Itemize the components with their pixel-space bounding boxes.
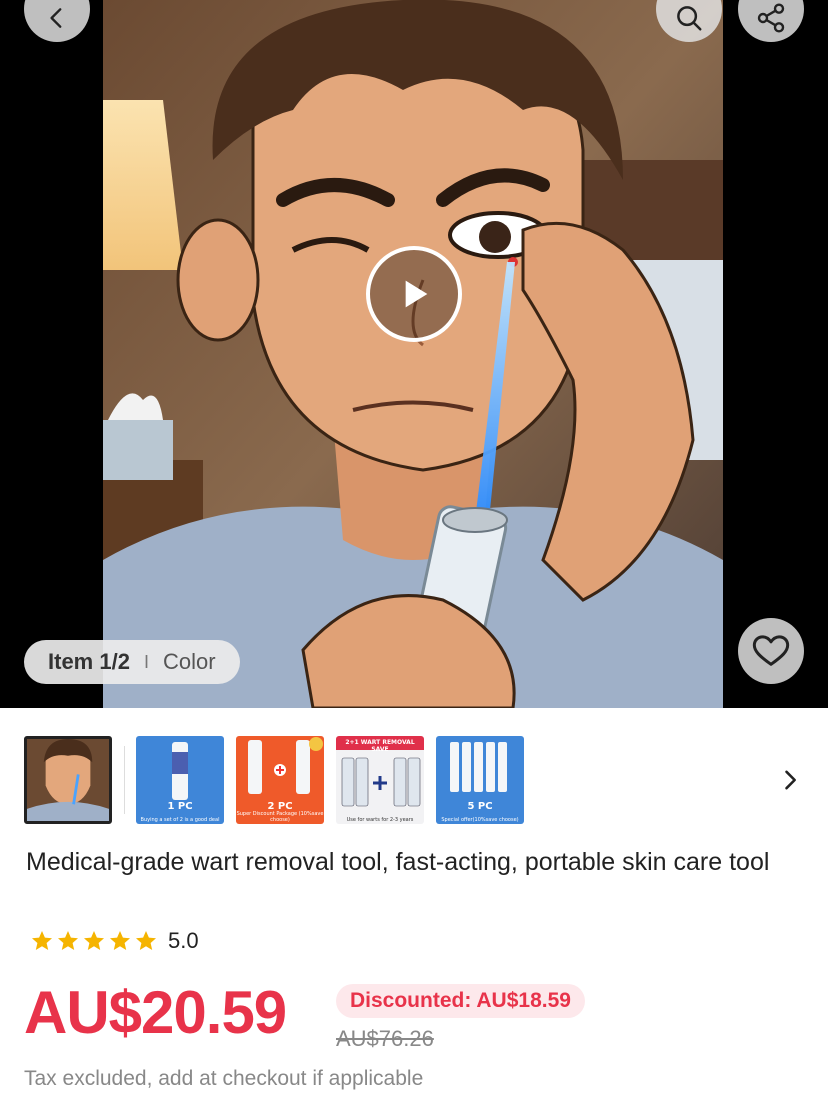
share-button[interactable] <box>738 0 804 42</box>
thumbnail-1pc-caption: 1 PC <box>167 801 193 812</box>
pill-separator: I <box>143 651 149 672</box>
play-video-button[interactable] <box>366 246 462 342</box>
rating-summary[interactable]: 5.0 <box>30 928 199 954</box>
rating-stars <box>30 929 158 953</box>
cartoon-illustration <box>103 0 723 708</box>
item-color-indicator[interactable]: Item 1/2 I Color <box>24 640 240 684</box>
heart-icon <box>752 635 790 666</box>
tax-note: Tax excluded, add at checkout if applica… <box>24 1067 424 1090</box>
thumbnail-2plus1-sub: Use for warts for 2-3 years <box>346 817 414 823</box>
thumbnail-5pc-caption: 5 PC <box>467 801 493 812</box>
product-media-viewer[interactable]: Item 1/2 I Color <box>0 0 828 708</box>
thumbnail-5pc-sub: Special offer(10%save choose) <box>441 817 519 823</box>
thumbnail-2pc-sub: Super Discount Package (10%save choose) <box>236 811 324 823</box>
thumbnail-1pc[interactable]: 1 PC Buying a set of 2 is a good deal <box>136 736 224 824</box>
original-price: AU$76.26 <box>336 1026 434 1051</box>
rating-value: 5.0 <box>168 928 199 953</box>
back-icon <box>50 8 62 28</box>
star-icon <box>58 931 78 950</box>
star-icon <box>32 931 52 950</box>
thumbnail-1pc-sub: Buying a set of 2 is a good deal <box>140 817 220 823</box>
thumbnail-2plus1-top: 2+1 WART REMOVAL SAVE <box>345 739 415 753</box>
product-video-frame[interactable] <box>103 0 723 708</box>
play-icon <box>405 280 428 308</box>
thumbnail-main-video[interactable] <box>24 736 112 824</box>
thumbnail-5pc[interactable]: 5 PC Special offer(10%save choose) <box>436 736 524 824</box>
product-title: Medical-grade wart removal tool, fast-ac… <box>26 848 770 876</box>
thumbnail-2plus1[interactable]: 2+1 WART REMOVAL SAVE Use for warts for … <box>336 736 424 824</box>
color-label: Color <box>162 649 216 674</box>
current-price: AU$20.59 <box>24 979 287 1046</box>
star-icon <box>84 931 104 950</box>
star-icon <box>136 931 156 950</box>
discount-badge: Discounted: AU$18.59 <box>336 984 585 1018</box>
thumbnail-2pc[interactable]: 2 PC Super Discount Package (10%save cho… <box>236 736 324 824</box>
thumbnail-divider <box>124 746 125 814</box>
wishlist-button[interactable] <box>738 618 804 684</box>
search-icon <box>677 6 702 31</box>
item-counter: Item 1/2 <box>48 649 130 674</box>
thumbnail-strip: 1 PC Buying a set of 2 is a good deal 2 … <box>24 736 804 826</box>
chevron-right-icon[interactable] <box>776 766 804 794</box>
thumbnail-video-image <box>27 739 109 821</box>
back-button[interactable] <box>24 0 90 42</box>
share-icon <box>757 3 785 33</box>
star-icon <box>110 931 130 950</box>
